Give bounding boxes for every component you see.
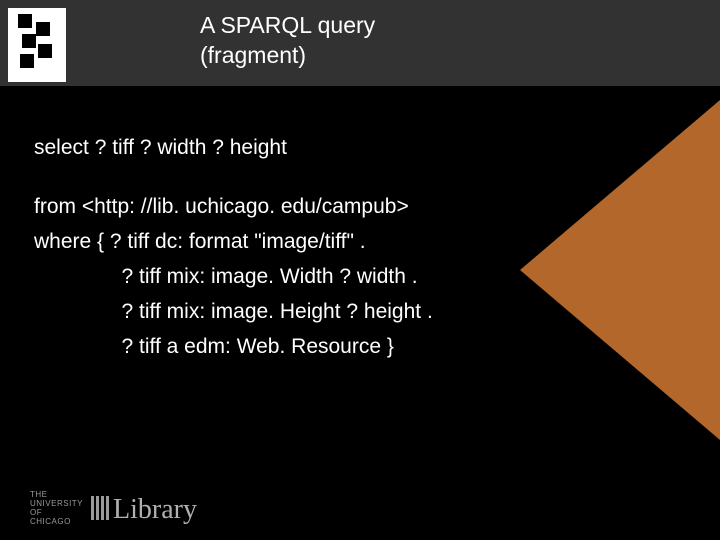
title-bar: A SPARQL query (fragment) [0,0,720,86]
logo-icon [8,8,66,82]
accent-wedge [520,100,720,440]
slide-title: A SPARQL query (fragment) [200,10,375,70]
query-body: select ? tiff ? width ? height from <htt… [34,130,433,364]
title-line-1: A SPARQL query [200,10,375,40]
query-line: from <http: //lib. uchicago. edu/campub> [34,189,433,224]
query-line: ? tiff mix: image. Width ? width . [34,259,433,294]
footer-logo: THE UNIVERSITY OF CHICAGO Library [30,490,197,526]
query-line: ? tiff a edm: Web. Resource } [34,329,433,364]
query-line: where { ? tiff dc: format "image/tiff" . [34,224,433,259]
library-wordmark: Library [91,494,197,526]
title-line-2: (fragment) [200,40,375,70]
university-wordmark: THE UNIVERSITY OF CHICAGO [30,490,83,526]
query-line: ? tiff mix: image. Height ? height . [34,294,433,329]
query-line: select ? tiff ? width ? height [34,130,433,165]
slide: A SPARQL query (fragment) select ? tiff … [0,0,720,540]
